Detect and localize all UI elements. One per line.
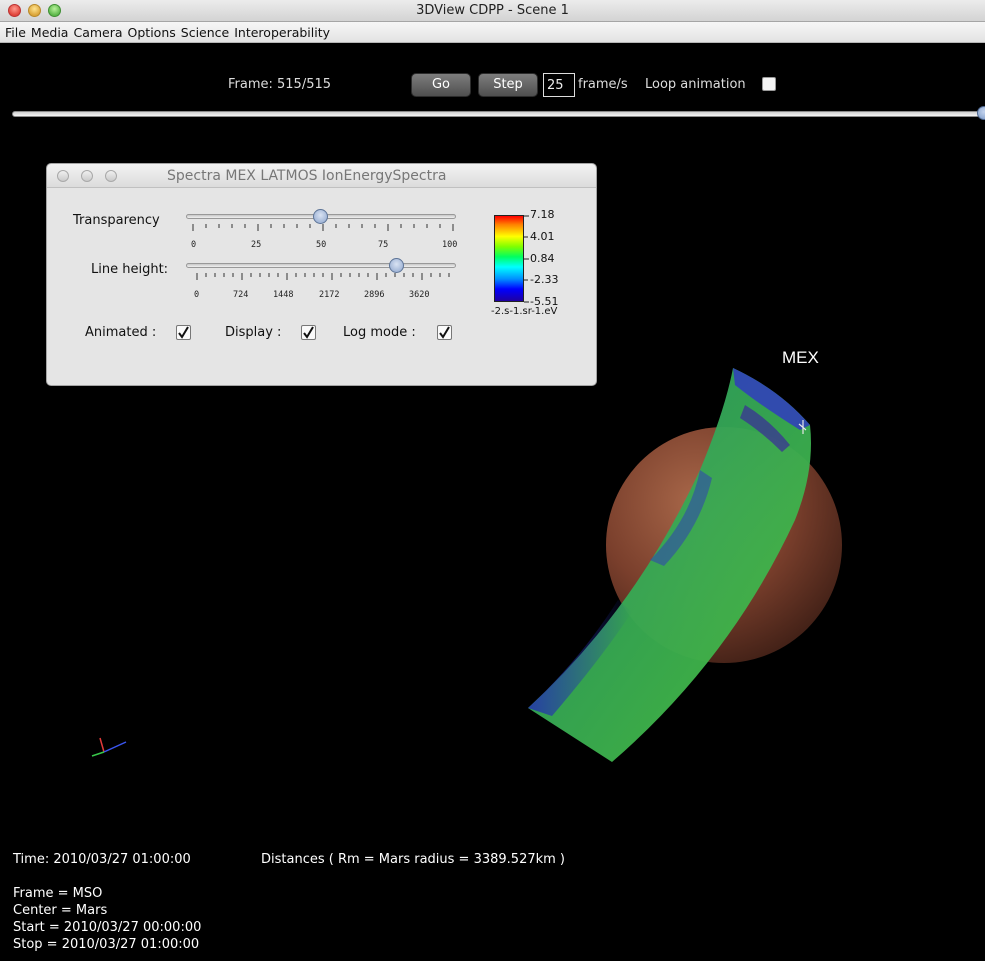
center-readout: Center = Mars (13, 903, 108, 918)
animated-label: Animated : (85, 325, 157, 340)
transparency-tick-label: 25 (251, 240, 262, 250)
transparency-tick-label: 75 (378, 240, 389, 250)
line-height-tick-label: 1448 (273, 290, 294, 300)
time-readout: Time: 2010/03/27 01:00:00 (13, 852, 191, 867)
distances-readout: Distances ( Rm = Mars radius = 3389.527k… (261, 852, 566, 867)
line-height-ticks (196, 273, 450, 280)
line-height-slider[interactable] (186, 263, 456, 268)
transparency-tick-label: 0 (191, 240, 197, 250)
display-label: Display : (225, 325, 282, 340)
line-height-tick-label: 2896 (364, 290, 385, 300)
panel-close-icon[interactable] (57, 170, 69, 182)
colorbar-unit: -2.s-1.sr-1.eV (491, 306, 558, 317)
transparency-ticks (192, 224, 454, 231)
axis-triad-icon (91, 737, 127, 757)
scene-3d-view[interactable] (0, 0, 985, 961)
display-checkbox[interactable] (301, 325, 316, 340)
panel-title: Spectra MEX LATMOS IonEnergySpectra (167, 168, 447, 184)
log-mode-checkbox[interactable] (437, 325, 452, 340)
animated-checkbox[interactable] (176, 325, 191, 340)
panel-minimize-icon[interactable] (81, 170, 93, 182)
checkmark-icon (303, 326, 314, 339)
transparency-tick-label: 50 (316, 240, 327, 250)
line-height-tick-label: 724 (233, 290, 249, 300)
spectra-ribbon (528, 368, 811, 762)
checkmark-icon (439, 326, 450, 339)
spectra-panel: Spectra MEX LATMOS IonEnergySpectra Tran… (46, 163, 597, 386)
stop-readout: Stop = 2010/03/27 01:00:00 (13, 937, 200, 952)
line-height-slider-thumb[interactable] (389, 258, 404, 273)
checkmark-icon (178, 326, 189, 339)
line-height-tick-label: 2172 (319, 290, 340, 300)
transparency-tick-label: 100 (442, 240, 458, 250)
line-height-tick-label: 3620 (409, 290, 430, 300)
panel-zoom-icon[interactable] (105, 170, 117, 182)
colorbar (494, 215, 524, 302)
colorbar-tick-label: 4.01 (530, 230, 555, 243)
transparency-slider-thumb[interactable] (313, 209, 328, 224)
colorbar-tick-label: 0.84 (530, 252, 555, 265)
log-mode-label: Log mode : (343, 325, 416, 340)
transparency-label: Transparency (73, 213, 160, 228)
spacecraft-label: MEX (782, 348, 819, 367)
frame-readout: Frame = MSO (13, 886, 103, 901)
line-height-tick-label: 0 (194, 290, 200, 300)
line-height-label: Line height: (91, 262, 169, 277)
colorbar-tick-label: -2.33 (530, 273, 559, 286)
panel-titlebar[interactable]: Spectra MEX LATMOS IonEnergySpectra (47, 164, 596, 188)
colorbar-tick-label: 7.18 (530, 208, 555, 221)
start-readout: Start = 2010/03/27 00:00:00 (13, 920, 202, 935)
